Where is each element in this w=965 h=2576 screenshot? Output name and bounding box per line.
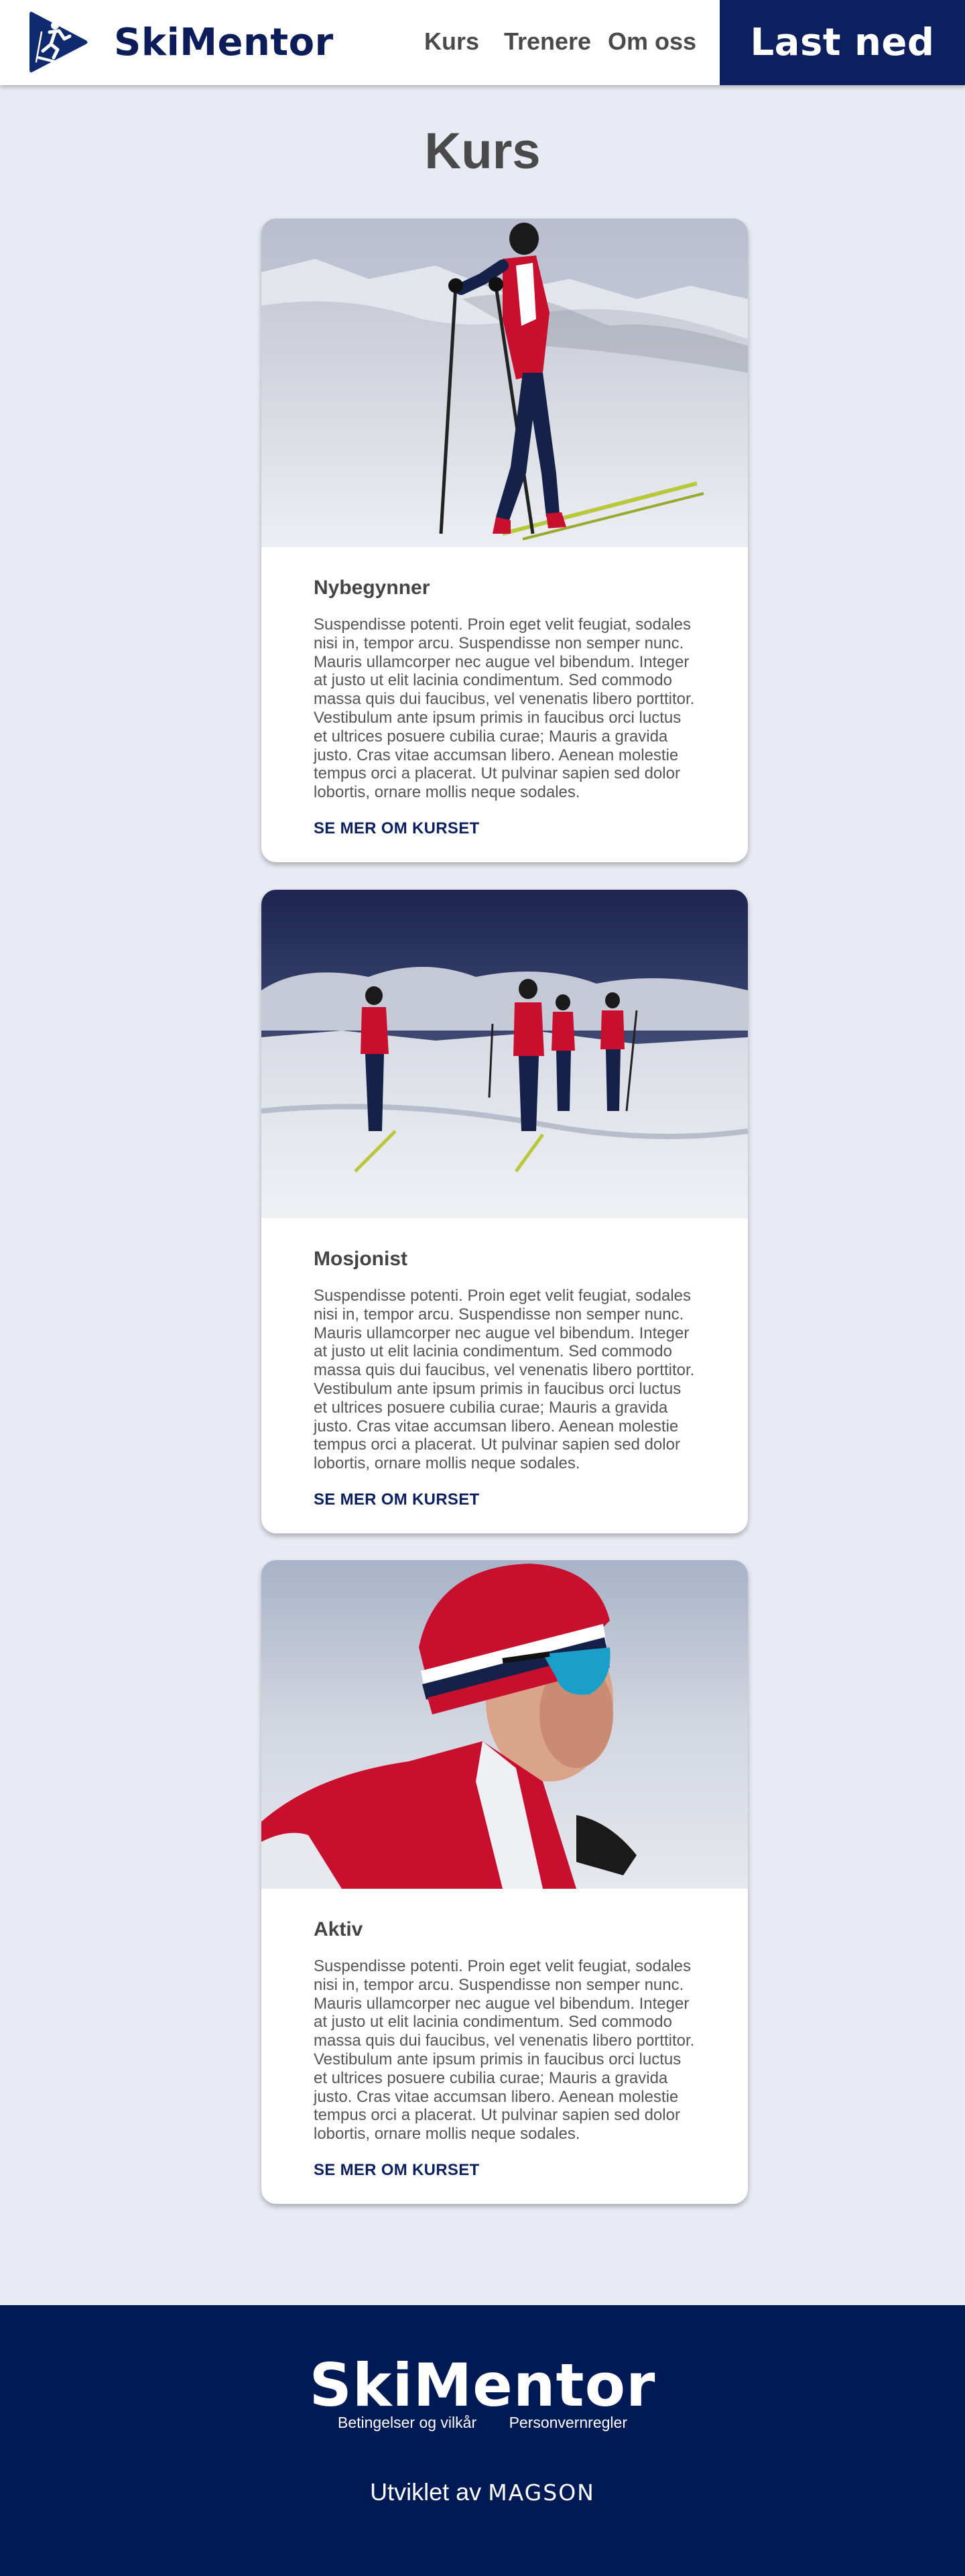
credit-prefix: Utviklet av bbox=[370, 2478, 482, 2506]
download-button[interactable]: Last ned bbox=[720, 0, 965, 85]
nav-om-oss[interactable]: Om oss bbox=[608, 23, 696, 60]
footer-links: Betingelser og vilkår Personvernregler bbox=[0, 2414, 965, 2432]
developer-credit: Utviklet av MAGSON bbox=[0, 2478, 965, 2506]
course-title: Mosjonist bbox=[314, 1248, 407, 1270]
course-card-mosjonist: Mosjonist Suspendisse potenti. Proin ege… bbox=[261, 890, 748, 1533]
card-body: Mosjonist Suspendisse potenti. Proin ege… bbox=[261, 1246, 748, 1509]
page-title: Kurs bbox=[424, 123, 541, 180]
main-nav: Kurs Trenere Om oss bbox=[0, 23, 724, 63]
group-skiers-photo bbox=[261, 890, 748, 1218]
card-body: Aktiv Suspendisse potenti. Proin eget ve… bbox=[261, 1917, 748, 2180]
card-body: Nybegynner Suspendisse potenti. Proin eg… bbox=[261, 575, 748, 838]
course-card-aktiv: Aktiv Suspendisse potenti. Proin eget ve… bbox=[261, 1560, 748, 2204]
footer-brand: SkiMentor bbox=[309, 2351, 656, 2420]
site-footer: SkiMentor Betingelser og vilkår Personve… bbox=[0, 2305, 965, 2576]
course-more-link[interactable]: SE MER OM KURSET bbox=[314, 1490, 479, 1509]
terms-link[interactable]: Betingelser og vilkår bbox=[338, 2414, 476, 2431]
course-more-link[interactable]: SE MER OM KURSET bbox=[314, 2161, 479, 2180]
skier-poles-snow-photo bbox=[261, 219, 748, 547]
skier-portrait-photo bbox=[261, 1560, 748, 1889]
course-description: Suspendisse potenti. Proin eget velit fe… bbox=[314, 1957, 695, 2144]
magson-logo[interactable]: MAGSON bbox=[488, 2479, 595, 2506]
course-description: Suspendisse potenti. Proin eget velit fe… bbox=[314, 616, 695, 802]
nav-kurs[interactable]: Kurs bbox=[424, 23, 479, 60]
course-title: Nybegynner bbox=[314, 577, 430, 599]
course-description: Suspendisse potenti. Proin eget velit fe… bbox=[314, 1287, 695, 1473]
course-title: Aktiv bbox=[314, 1918, 363, 1940]
privacy-link[interactable]: Personvernregler bbox=[509, 2414, 627, 2431]
course-card-nybegynner: Nybegynner Suspendisse potenti. Proin eg… bbox=[261, 219, 748, 862]
course-more-link[interactable]: SE MER OM KURSET bbox=[314, 819, 479, 838]
nav-trenere[interactable]: Trenere bbox=[504, 23, 591, 60]
site-header: SkiMentor Kurs Trenere Om oss Last ned bbox=[0, 0, 965, 85]
